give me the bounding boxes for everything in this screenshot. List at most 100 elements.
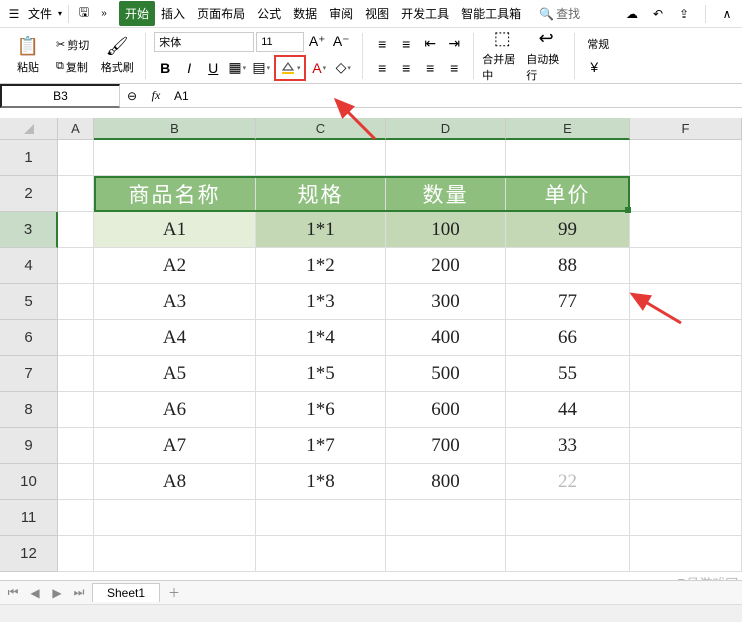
cell[interactable] [630, 500, 742, 536]
horizontal-scrollbar[interactable] [0, 604, 742, 622]
cell[interactable]: A3 [94, 284, 256, 320]
align-top-button[interactable]: ≡ [371, 33, 393, 55]
cut-button[interactable]: ✂剪切 [52, 35, 93, 55]
row-header[interactable]: 1 [0, 140, 58, 176]
increase-indent-button[interactable]: ⇥ [443, 33, 465, 55]
app-menu-icon[interactable]: ☰ [6, 6, 22, 22]
cell[interactable] [58, 212, 94, 248]
cell[interactable] [630, 212, 742, 248]
bold-button[interactable]: B [154, 57, 176, 79]
sheet-nav-last-icon[interactable]: ⏭ [70, 585, 88, 600]
file-dropdown-icon[interactable]: ▾ [58, 9, 62, 18]
sheet-nav-prev-icon[interactable]: ◀ [26, 586, 44, 600]
align-left-button[interactable]: ≡ [371, 57, 393, 79]
cell[interactable]: 44 [506, 392, 630, 428]
cell[interactable] [630, 356, 742, 392]
cell[interactable] [58, 140, 94, 176]
add-sheet-button[interactable]: ＋ [164, 584, 184, 601]
cell[interactable]: A7 [94, 428, 256, 464]
cell[interactable] [58, 320, 94, 356]
tab-data[interactable]: 数据 [287, 1, 323, 26]
cell[interactable] [630, 392, 742, 428]
tab-pagelayout[interactable]: 页面布局 [191, 1, 251, 26]
cell[interactable]: 数量 [386, 176, 506, 212]
tab-insert[interactable]: 插入 [155, 1, 191, 26]
row-header[interactable]: 6 [0, 320, 58, 356]
increase-font-button[interactable]: A⁺ [306, 31, 328, 53]
align-justify-button[interactable]: ≡ [443, 57, 465, 79]
cell[interactable]: A4 [94, 320, 256, 356]
font-size-select[interactable] [256, 32, 304, 52]
cell[interactable] [256, 140, 386, 176]
align-center-button[interactable]: ≡ [395, 57, 417, 79]
col-header-F[interactable]: F [630, 118, 742, 140]
cell[interactable]: 800 [386, 464, 506, 500]
more-icon[interactable]: » [95, 5, 113, 23]
cell[interactable] [58, 284, 94, 320]
cell[interactable] [58, 536, 94, 572]
cell[interactable] [630, 536, 742, 572]
cell[interactable] [58, 248, 94, 284]
cell[interactable] [58, 500, 94, 536]
cell[interactable] [58, 464, 94, 500]
cell[interactable]: 商品名称 [94, 176, 256, 212]
format-painter-button[interactable]: 🖌 格式刷 [97, 32, 137, 80]
share-icon[interactable]: ⇪ [675, 5, 693, 23]
cancel-formula-icon[interactable]: ⊖ [120, 89, 144, 103]
row-header[interactable]: 3 [0, 212, 58, 248]
cell[interactable] [256, 536, 386, 572]
cell[interactable] [630, 320, 742, 356]
decrease-indent-button[interactable]: ⇤ [419, 33, 441, 55]
save-icon[interactable]: 🖫 [75, 5, 93, 23]
cell[interactable] [386, 140, 506, 176]
cell[interactable] [386, 500, 506, 536]
cell[interactable]: 600 [386, 392, 506, 428]
cell[interactable]: 33 [506, 428, 630, 464]
align-right-button[interactable]: ≡ [419, 57, 441, 79]
cell[interactable]: 1*3 [256, 284, 386, 320]
currency-button[interactable]: ¥ [583, 56, 605, 78]
col-header-A[interactable]: A [58, 118, 94, 140]
cell[interactable]: 66 [506, 320, 630, 356]
cell[interactable] [506, 500, 630, 536]
copy-button[interactable]: ⧉复制 [52, 57, 93, 77]
undo-icon[interactable]: ↶ [649, 5, 667, 23]
cell[interactable]: 1*2 [256, 248, 386, 284]
cell[interactable] [630, 464, 742, 500]
cell[interactable]: A5 [94, 356, 256, 392]
fx-icon[interactable]: fx [144, 88, 168, 103]
tab-home[interactable]: 开始 [119, 1, 155, 26]
cell[interactable]: 1*5 [256, 356, 386, 392]
row-header[interactable]: 8 [0, 392, 58, 428]
row-header[interactable]: 7 [0, 356, 58, 392]
cell[interactable]: 700 [386, 428, 506, 464]
decrease-font-button[interactable]: A⁻ [330, 31, 352, 53]
cell[interactable] [94, 140, 256, 176]
cell[interactable]: 22 [506, 464, 630, 500]
clear-format-button[interactable]: ◇ [332, 57, 354, 79]
cell[interactable] [58, 176, 94, 212]
font-color-button[interactable]: A [308, 57, 330, 79]
sheet-nav-first-icon[interactable]: ⏮ [4, 585, 22, 600]
formula-input[interactable]: A1 [168, 87, 742, 105]
cell[interactable] [94, 500, 256, 536]
search-button[interactable]: 🔍 查找 [539, 5, 580, 22]
cell[interactable] [58, 356, 94, 392]
merge-center-button[interactable]: ⬚ 合并居中 [482, 32, 522, 80]
cell[interactable] [94, 536, 256, 572]
cell[interactable]: A8 [94, 464, 256, 500]
cell[interactable]: 88 [506, 248, 630, 284]
cell[interactable] [256, 500, 386, 536]
number-format-select[interactable]: 常规 [583, 34, 613, 54]
tab-review[interactable]: 审阅 [323, 1, 359, 26]
sheet-tab[interactable]: Sheet1 [92, 583, 160, 602]
cell-style-button[interactable]: ▤ [250, 57, 272, 79]
sheet-nav-next-icon[interactable]: ▶ [48, 586, 66, 600]
cell[interactable] [506, 140, 630, 176]
cloud-icon[interactable]: ☁ [623, 5, 641, 23]
cell[interactable] [630, 176, 742, 212]
cell[interactable]: A6 [94, 392, 256, 428]
row-header[interactable]: 12 [0, 536, 58, 572]
row-header[interactable]: 10 [0, 464, 58, 500]
cell[interactable]: 400 [386, 320, 506, 356]
